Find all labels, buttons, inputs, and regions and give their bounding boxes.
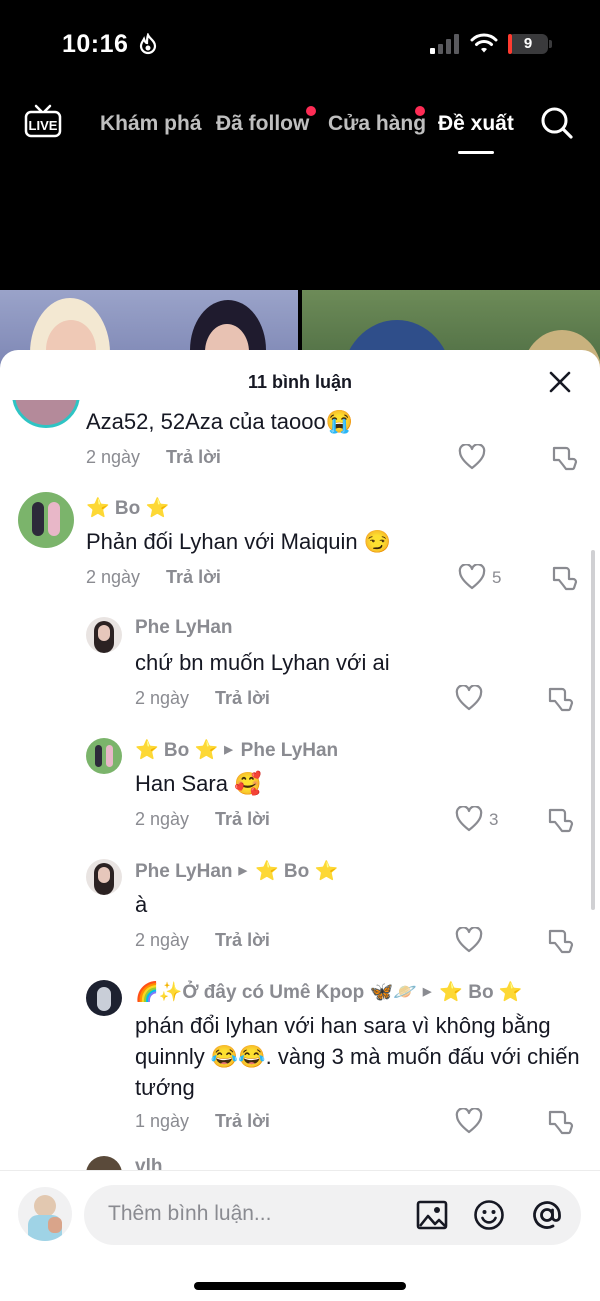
battery-indicator: 9	[508, 34, 548, 54]
comment-count-title: 11 bình luận	[247, 372, 353, 392]
reply-to-name[interactable]: ⭐ Bo ⭐	[255, 861, 338, 882]
author-name[interactable]: Phe LyHan	[135, 861, 233, 882]
cellular-signal-icon	[430, 34, 459, 54]
battery-percent: 9	[523, 35, 533, 52]
reply-button[interactable]: Trả lời	[166, 567, 221, 587]
wifi-icon	[470, 33, 498, 53]
user-avatar[interactable]	[86, 738, 122, 774]
mention-icon[interactable]	[531, 1199, 563, 1231]
status-time: 10:16	[62, 30, 129, 58]
comment-time: 2 ngày	[135, 809, 190, 829]
comment-meta: 2 ngày Trả lời	[135, 688, 270, 709]
comment-meta: 2 ngày Trả lời	[135, 809, 270, 830]
comment-text: Phản đối Lyhan với Maiquin 😏	[86, 529, 392, 554]
close-icon[interactable]	[548, 370, 572, 394]
comment-meta: 2 ngày Trả lời	[135, 930, 270, 951]
dislike-icon[interactable]	[550, 444, 578, 472]
reply-button[interactable]: Trả lời	[166, 447, 221, 467]
reply-button[interactable]: Trả lời	[215, 688, 270, 708]
reply-arrow-icon: ▶	[422, 986, 432, 998]
comment-username[interactable]: 🌈✨Ở đây có Umê Kpop 🦋🪐 ▶ ⭐ Bo ⭐	[135, 980, 523, 1004]
reply-arrow-icon: ▶	[238, 865, 247, 877]
comment-username[interactable]: Phe LyHan	[135, 617, 233, 639]
heart-like-icon[interactable]	[455, 927, 483, 953]
comment-username[interactable]: ⭐ Bo ⭐	[86, 496, 169, 520]
comment-text: Aza52, 52Aza của taooo😭	[86, 409, 354, 434]
tab-cua-hang-notification-dot	[415, 106, 425, 116]
comment-text: Han Sara 🥰	[135, 771, 262, 796]
my-avatar[interactable]	[18, 1187, 72, 1241]
comment-text: chứ bn muốn Lyhan với ai	[135, 650, 390, 675]
reply-button[interactable]: Trả lời	[215, 930, 270, 950]
dislike-icon[interactable]	[546, 806, 574, 834]
author-name[interactable]: ⭐ Bo ⭐	[135, 740, 218, 761]
user-avatar[interactable]	[86, 617, 122, 653]
reply-to-name[interactable]: ⭐ Bo ⭐	[439, 982, 522, 1003]
heart-like-icon[interactable]	[455, 806, 483, 832]
user-avatar[interactable]	[86, 1156, 122, 1170]
home-indicator	[194, 1282, 406, 1290]
heart-like-icon[interactable]	[458, 444, 486, 470]
comment-time: 2 ngày	[86, 447, 141, 467]
reply-button[interactable]: Trả lời	[215, 1111, 270, 1131]
top-navigation: LIVE Khám phá Đã follow Cửa hàng Đề xuất	[0, 90, 600, 160]
comment-input[interactable]: Thêm bình luận...	[84, 1185, 581, 1245]
author-name[interactable]: 🌈✨Ở đây có Umê Kpop 🦋🪐	[135, 982, 417, 1003]
comment-input-bar: Thêm bình luận...	[0, 1170, 600, 1301]
comment-list[interactable]: Aza52, 52Aza của taooo😭 2 ngày Trả lời ⭐ …	[0, 400, 600, 1170]
tab-kham-pha[interactable]: Khám phá	[100, 112, 202, 136]
comment-text: à	[135, 892, 148, 917]
dislike-icon[interactable]	[546, 927, 574, 955]
user-avatar[interactable]	[12, 400, 80, 428]
comment-input-placeholder: Thêm bình luận...	[108, 1202, 272, 1225]
heart-like-icon[interactable]	[455, 1108, 483, 1134]
search-icon[interactable]	[540, 106, 574, 140]
status-bar: 10:16 9	[0, 0, 600, 90]
like-count: 3	[489, 810, 499, 829]
comment-time: 2 ngày	[135, 688, 190, 708]
comment-meta: 2 ngày Trả lời	[86, 447, 221, 468]
image-icon[interactable]	[416, 1199, 448, 1231]
comment-username[interactable]: ⭐ Bo ⭐ ▶ Phe LyHan	[135, 738, 338, 762]
comment-username[interactable]: vlh	[135, 1156, 162, 1170]
tab-de-xuat[interactable]: Đề xuất	[438, 112, 514, 136]
reply-to-name[interactable]: Phe LyHan	[241, 740, 339, 761]
tiktok-comments-screen: 10:16 9 LIVE Khám phá Đã follow Cửa hàng…	[0, 0, 600, 1301]
user-avatar[interactable]	[18, 492, 74, 548]
comment-meta: 1 ngày Trả lời	[135, 1111, 270, 1132]
live-tv-icon[interactable]: LIVE	[24, 104, 62, 138]
tab-da-follow[interactable]: Đã follow	[216, 112, 309, 136]
live-label: LIVE	[29, 118, 58, 133]
like-count: 5	[492, 568, 502, 587]
comment-meta: 2 ngày Trả lời	[86, 567, 221, 588]
tab-da-follow-notification-dot	[306, 106, 316, 116]
reply-button[interactable]: Trả lời	[215, 809, 270, 829]
reply-arrow-icon: ▶	[224, 744, 233, 756]
user-avatar[interactable]	[86, 980, 122, 1016]
dislike-icon[interactable]	[546, 1108, 574, 1136]
comment-text: phán đổi lyhan với han sara vì không bằn…	[135, 1013, 580, 1100]
user-avatar[interactable]	[86, 859, 122, 895]
focus-flame-icon	[139, 33, 157, 55]
comment-time: 2 ngày	[86, 567, 141, 587]
comment-scrollbar[interactable]	[591, 550, 595, 910]
tab-cua-hang[interactable]: Cửa hàng	[328, 112, 426, 136]
comment-username[interactable]: Phe LyHan ▶ ⭐ Bo ⭐	[135, 859, 338, 883]
comment-time: 2 ngày	[135, 930, 190, 950]
battery-tip	[549, 40, 552, 48]
dislike-icon[interactable]	[550, 564, 578, 592]
comment-time: 1 ngày	[135, 1111, 190, 1131]
heart-like-icon[interactable]	[455, 685, 483, 711]
active-tab-indicator	[458, 151, 494, 154]
emoji-icon[interactable]	[473, 1199, 505, 1231]
heart-like-icon[interactable]	[458, 564, 486, 590]
comment-sheet: 11 bình luận Aza52, 52Aza của taooo😭 2 n…	[0, 350, 600, 1301]
dislike-icon[interactable]	[546, 685, 574, 713]
